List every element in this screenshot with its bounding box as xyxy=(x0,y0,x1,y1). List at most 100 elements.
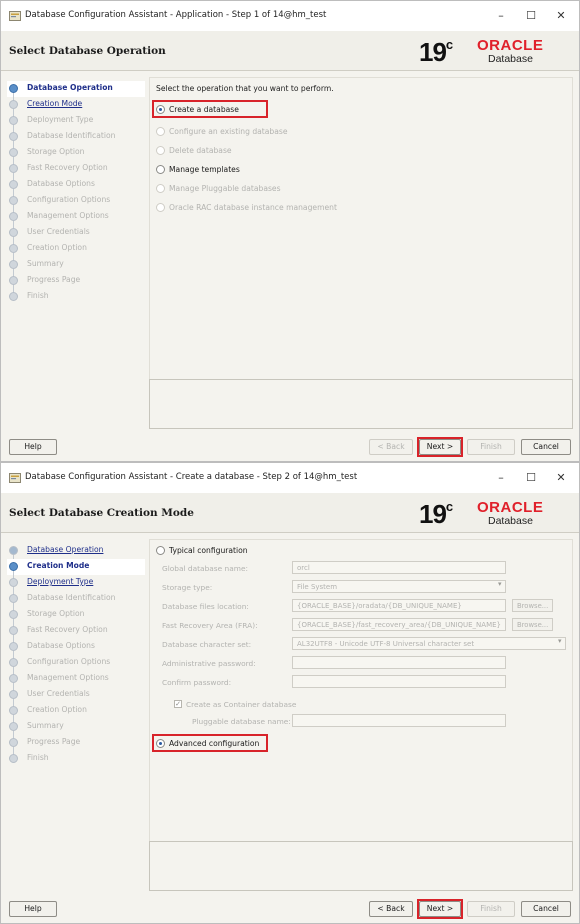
finish-button[interactable]: Finish xyxy=(467,901,515,917)
next-button[interactable]: Next > xyxy=(419,439,461,455)
step-dot-icon xyxy=(9,562,18,571)
step-dot-icon xyxy=(9,722,18,731)
pluggable-database-name-input[interactable] xyxy=(292,714,506,727)
field-storage-type: Storage type: File System ▾ xyxy=(162,579,572,595)
title-bar: Database Configuration Assistant - Creat… xyxy=(1,463,579,493)
step-finish: Finish xyxy=(7,289,145,305)
step-summary: Summary xyxy=(7,719,145,739)
dbca-window-step2: Database Configuration Assistant - Creat… xyxy=(0,462,580,924)
step-dot-icon xyxy=(9,578,18,587)
back-button[interactable]: < Back xyxy=(369,439,413,455)
step-user-credentials: User Credentials xyxy=(7,687,145,707)
step-creation-mode[interactable]: Creation Mode xyxy=(7,559,145,579)
instruction-text: Select the operation that you want to pe… xyxy=(156,84,334,93)
field-administrative-password: Administrative password: xyxy=(162,655,572,671)
step-configuration-options: Configuration Options xyxy=(7,193,145,213)
step-creation-option: Creation Option xyxy=(7,703,145,723)
step-dot-icon xyxy=(9,546,18,555)
radio-icon xyxy=(156,203,165,212)
app-icon xyxy=(9,473,21,483)
checkbox-checked-icon[interactable]: ✓ xyxy=(174,700,182,708)
step-database-operation[interactable]: Database Operation xyxy=(7,543,145,563)
step-dot-icon xyxy=(9,610,18,619)
radio-selected-icon xyxy=(156,739,165,748)
administrative-password-input[interactable] xyxy=(292,656,506,669)
logo-brand: ORACLE xyxy=(477,37,544,54)
messages-area xyxy=(149,379,573,429)
chevron-down-icon: ▾ xyxy=(498,580,502,588)
help-button[interactable]: Help xyxy=(9,439,57,455)
step-dot-icon xyxy=(9,100,18,109)
step-dot-icon xyxy=(9,276,18,285)
window-title: Database Configuration Assistant - Appli… xyxy=(25,10,327,20)
logo-version: 19c xyxy=(419,499,453,529)
app-icon xyxy=(9,11,21,21)
radio-icon xyxy=(156,127,165,136)
step-dot-icon xyxy=(9,658,18,667)
step-dot-icon xyxy=(9,690,18,699)
maximize-icon[interactable]: ☐ xyxy=(519,469,543,487)
window-title: Database Configuration Assistant - Creat… xyxy=(25,472,358,482)
step-dot-icon xyxy=(9,706,18,715)
cancel-button[interactable]: Cancel xyxy=(521,439,571,455)
browse-files-location-button[interactable]: Browse... xyxy=(512,599,554,612)
step-progress-page: Progress Page xyxy=(7,735,145,755)
content-panel: Select the operation that you want to pe… xyxy=(149,77,573,417)
cancel-button[interactable]: Cancel xyxy=(521,901,571,917)
step-creation-option: Creation Option xyxy=(7,241,145,261)
step-database-options: Database Options xyxy=(7,639,145,659)
browse-fra-button[interactable]: Browse... xyxy=(512,618,554,631)
help-button[interactable]: Help xyxy=(9,901,57,917)
chevron-down-icon: ▾ xyxy=(558,637,562,645)
page-title: Select Database Creation Mode xyxy=(9,507,194,519)
logo-product: Database xyxy=(488,515,533,527)
step-summary: Summary xyxy=(7,257,145,277)
container-database-row: ✓ Create as Container database xyxy=(162,696,572,712)
step-deployment-type[interactable]: Deployment Type xyxy=(7,575,145,595)
step-creation-mode[interactable]: Creation Mode xyxy=(7,97,145,117)
step-storage-option: Storage Option xyxy=(7,607,145,627)
step-dot-icon xyxy=(9,244,18,253)
finish-button[interactable]: Finish xyxy=(467,439,515,455)
step-user-credentials: User Credentials xyxy=(7,225,145,245)
next-button[interactable]: Next > xyxy=(419,901,461,917)
character-set-select[interactable]: AL32UTF8 - Unicode UTF-8 Universal chara… xyxy=(292,637,566,650)
step-database-operation[interactable]: Database Operation xyxy=(7,81,145,101)
radio-icon xyxy=(156,184,165,193)
field-fast-recovery-area: Fast Recovery Area (FRA): {ORACLE_BASE}/… xyxy=(162,617,572,633)
maximize-icon[interactable]: ☐ xyxy=(519,7,543,25)
step-dot-icon xyxy=(9,594,18,603)
radio-icon xyxy=(156,165,165,174)
step-dot-icon xyxy=(9,84,18,93)
messages-area xyxy=(149,841,573,891)
step-management-options: Management Options xyxy=(7,671,145,691)
minimize-icon[interactable]: – xyxy=(489,469,513,487)
global-database-name-input[interactable]: orcl xyxy=(292,561,506,574)
fast-recovery-area-input[interactable]: {ORACLE_BASE}/fast_recovery_area/{DB_UNI… xyxy=(292,618,506,631)
storage-type-select[interactable]: File System xyxy=(292,580,506,593)
steps-sidebar: Database Operation Creation Mode Deploym… xyxy=(7,81,145,417)
content-panel: Typical configuration Global database na… xyxy=(149,539,573,879)
oracle-logo: 19c ORACLE Database xyxy=(419,497,569,531)
step-fast-recovery-option: Fast Recovery Option xyxy=(7,623,145,643)
step-dot-icon xyxy=(9,292,18,301)
dbca-window-step1: Database Configuration Assistant - Appli… xyxy=(0,0,580,462)
step-dot-icon xyxy=(9,116,18,125)
step-dot-icon xyxy=(9,148,18,157)
minimize-icon[interactable]: – xyxy=(489,7,513,25)
logo-product: Database xyxy=(488,53,533,65)
close-icon[interactable]: ✕ xyxy=(549,469,573,487)
close-icon[interactable]: ✕ xyxy=(549,7,573,25)
page-header: Select Database Operation 19c ORACLE Dat… xyxy=(1,31,579,71)
step-dot-icon xyxy=(9,754,18,763)
logo-brand: ORACLE xyxy=(477,499,544,516)
field-database-character-set: Database character set: AL32UTF8 - Unico… xyxy=(162,636,572,652)
database-files-location-input[interactable]: {ORACLE_BASE}/oradata/{DB_UNIQUE_NAME} xyxy=(292,599,506,612)
back-button[interactable]: < Back xyxy=(369,901,413,917)
logo-version: 19c xyxy=(419,37,453,67)
field-global-database-name: Global database name: orcl xyxy=(162,560,572,576)
oracle-logo: 19c ORACLE Database xyxy=(419,35,569,69)
step-dot-icon xyxy=(9,642,18,651)
confirm-password-input[interactable] xyxy=(292,675,506,688)
step-fast-recovery-option: Fast Recovery Option xyxy=(7,161,145,181)
